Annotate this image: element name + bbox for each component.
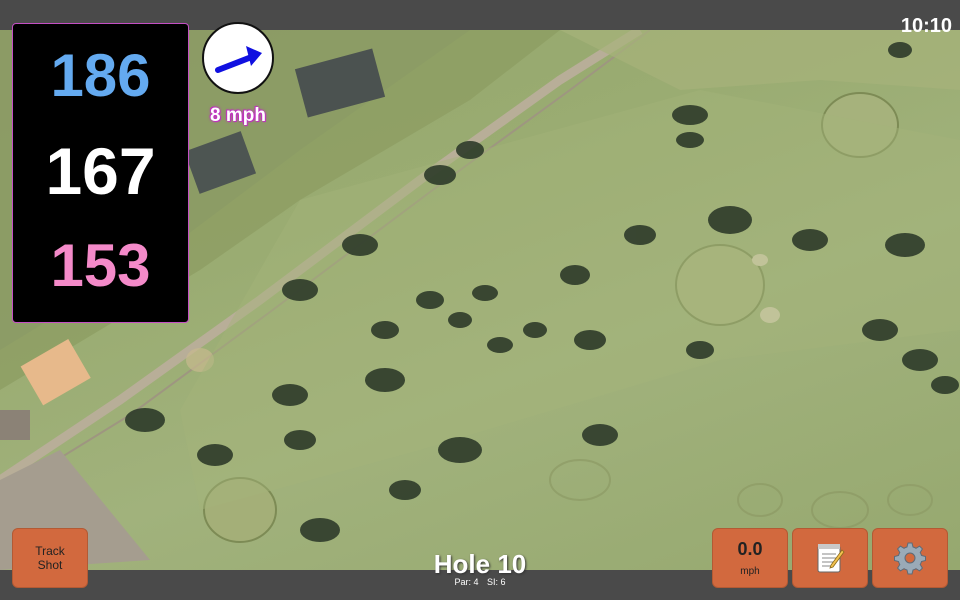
speed-value: 0.0	[737, 539, 763, 559]
middle-distance: 167	[45, 134, 156, 208]
settings-button[interactable]	[872, 528, 948, 588]
gear-icon	[894, 542, 926, 575]
notepad-icon	[817, 544, 845, 573]
front-distance: 153	[50, 232, 151, 299]
back-distance: 186	[50, 42, 151, 109]
track-shot-button[interactable]: Track Shot	[12, 528, 88, 588]
wind-speed: 8 mph	[210, 105, 266, 126]
distance-panel: 186 167 153	[12, 23, 189, 323]
hole-title: Hole 10	[433, 549, 527, 579]
clock: 10:10	[900, 15, 952, 37]
track-shot-label-line2: Shot	[37, 558, 63, 572]
arrow-up-right-icon	[215, 46, 262, 73]
scorecard-notes-button[interactable]	[792, 528, 868, 588]
wind-indicator	[202, 22, 274, 94]
speed-button[interactable]: 0.0 mph	[712, 528, 788, 588]
speed-unit: mph	[740, 566, 760, 577]
stroke-index-label: SI: 6	[487, 577, 506, 587]
par-label: Par: 4	[454, 577, 479, 587]
hole-info: Par: 4 SI: 6	[380, 577, 580, 587]
track-shot-label-line1: Track	[35, 544, 65, 558]
